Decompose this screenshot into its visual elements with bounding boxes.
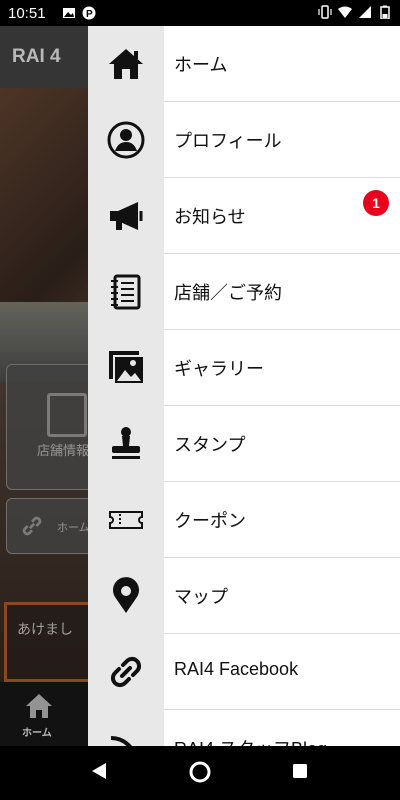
home-circle-icon[interactable] [188, 760, 212, 784]
map-pin-icon [113, 577, 139, 613]
image-icon [63, 8, 75, 18]
drawer-item-coupon[interactable]: クーポン [88, 482, 400, 558]
gallery-icon [109, 351, 145, 385]
drawer-item-label: RAI4 スタッフBlog [174, 735, 327, 746]
recents-icon[interactable] [292, 763, 308, 779]
vibrate-icon [318, 5, 332, 19]
drawer-item-staff-blog[interactable]: RAI4 スタッフBlog [88, 710, 400, 746]
drawer-item-facebook[interactable]: RAI4 Facebook [88, 634, 400, 710]
drawer-item-label: お知らせ [174, 207, 246, 227]
drawer-item-label: ホーム [174, 55, 228, 75]
link-icon [110, 656, 142, 688]
parking-app-icon: P [82, 6, 96, 20]
svg-text:P: P [86, 9, 93, 20]
drawer-item-label: RAI4 Facebook [174, 659, 299, 679]
drawer-item-map[interactable]: マップ [88, 558, 400, 634]
drawer-item-news[interactable]: お知らせ 1 [88, 178, 400, 254]
drawer-item-profile[interactable]: プロフィール [88, 102, 400, 178]
drawer-item-label: スタンプ [174, 435, 246, 455]
drawer-item-label: ギャラリー [174, 359, 264, 379]
status-bar: 10:51 P [0, 0, 400, 26]
drawer-item-stamp[interactable]: スタンプ [88, 406, 400, 482]
signal-icon [359, 6, 371, 18]
megaphone-icon [110, 202, 143, 230]
wifi-icon [338, 6, 352, 18]
drawer-item-store-reservation[interactable]: 店舗／ご予約 [88, 254, 400, 330]
notification-badge: 1 [363, 190, 389, 216]
battery-icon [380, 5, 390, 19]
drawer-item-gallery[interactable]: ギャラリー [88, 330, 400, 406]
home-icon [109, 49, 143, 79]
drawer-item-label: 店舗／ご予約 [174, 283, 282, 303]
ticket-icon [109, 511, 143, 529]
drawer-item-label: プロフィール [174, 131, 282, 151]
drawer-item-label: クーポン [174, 511, 246, 531]
status-time: 10:51 [8, 5, 46, 22]
rss-icon [110, 736, 132, 746]
system-nav-bar [0, 746, 400, 800]
stamp-icon [112, 427, 140, 459]
profile-icon [107, 121, 145, 159]
drawer-item-home[interactable]: ホーム [88, 26, 400, 102]
navigation-drawer: ホーム プロフィール お知らせ 1 店舗／ご予約 ギャラリー スタンプ クーポン… [88, 26, 400, 746]
notebook-icon [111, 274, 141, 310]
back-icon[interactable] [90, 761, 108, 781]
drawer-item-label: マップ [174, 587, 228, 607]
